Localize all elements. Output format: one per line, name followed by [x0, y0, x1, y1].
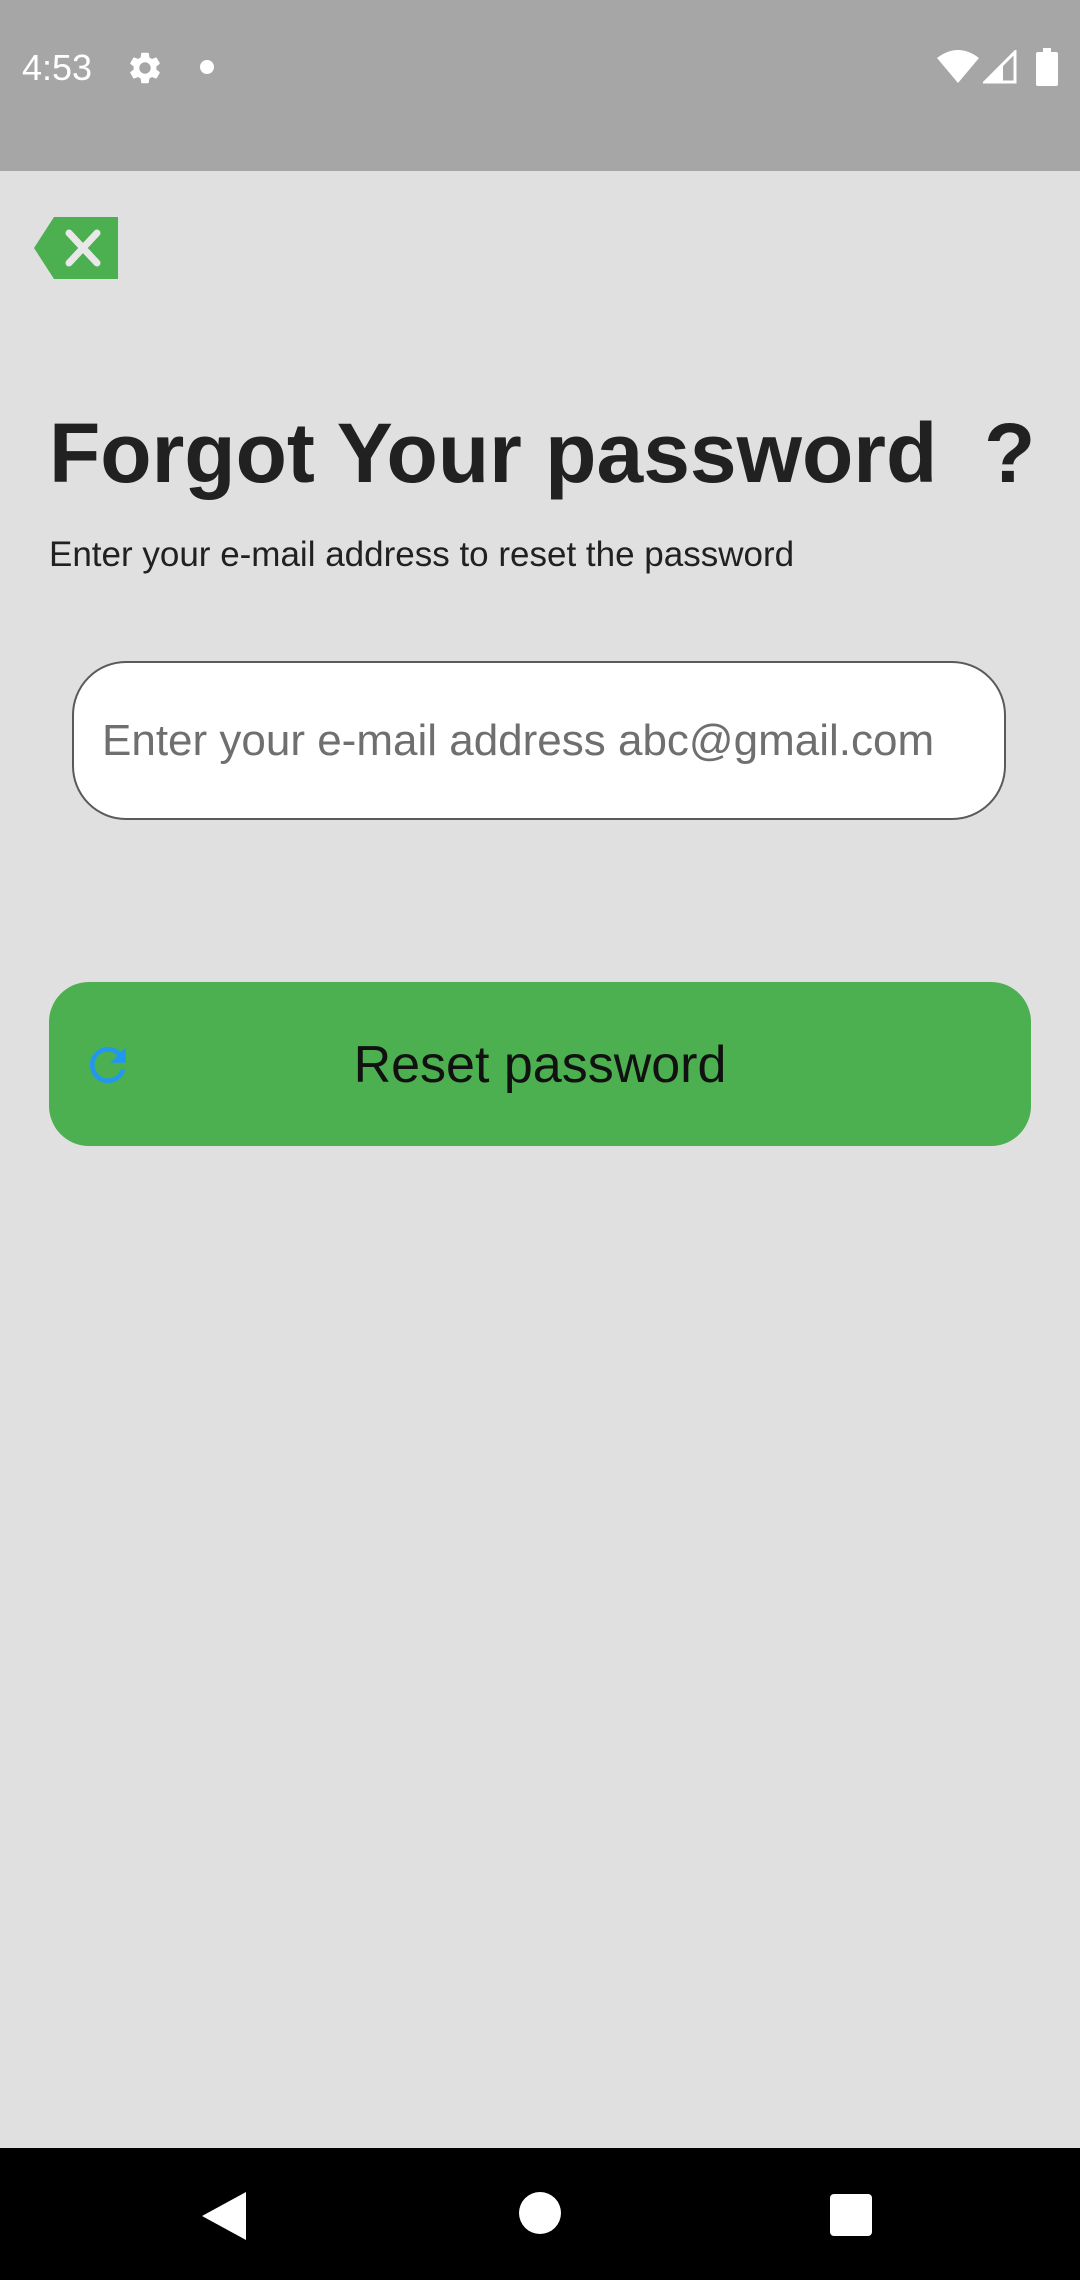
recents-square-icon[interactable]: [830, 2194, 872, 2236]
page-subtitle: Enter your e-mail address to reset the p…: [49, 535, 795, 574]
email-input[interactable]: [72, 661, 1006, 820]
forgot-password-screen: Forgot Your password ? Enter your e-mail…: [0, 171, 1080, 2148]
back-triangle-icon[interactable]: [202, 2192, 246, 2240]
wifi-icon: [937, 50, 979, 83]
notification-dot-icon: [200, 60, 214, 74]
home-circle-icon[interactable]: [519, 2192, 561, 2234]
close-x-icon[interactable]: [34, 217, 118, 279]
navigation-bar: [0, 2148, 1080, 2280]
page-title: Forgot Your password ?: [49, 406, 1036, 500]
reset-password-button[interactable]: Reset password: [49, 982, 1031, 1146]
status-bar: 4:53: [0, 0, 1080, 171]
battery-icon: [1036, 48, 1058, 86]
signal-icon: [983, 50, 1017, 84]
status-time: 4:53: [22, 47, 93, 88]
reset-password-label: Reset password: [353, 1036, 727, 1094]
gear-icon: [130, 52, 160, 84]
